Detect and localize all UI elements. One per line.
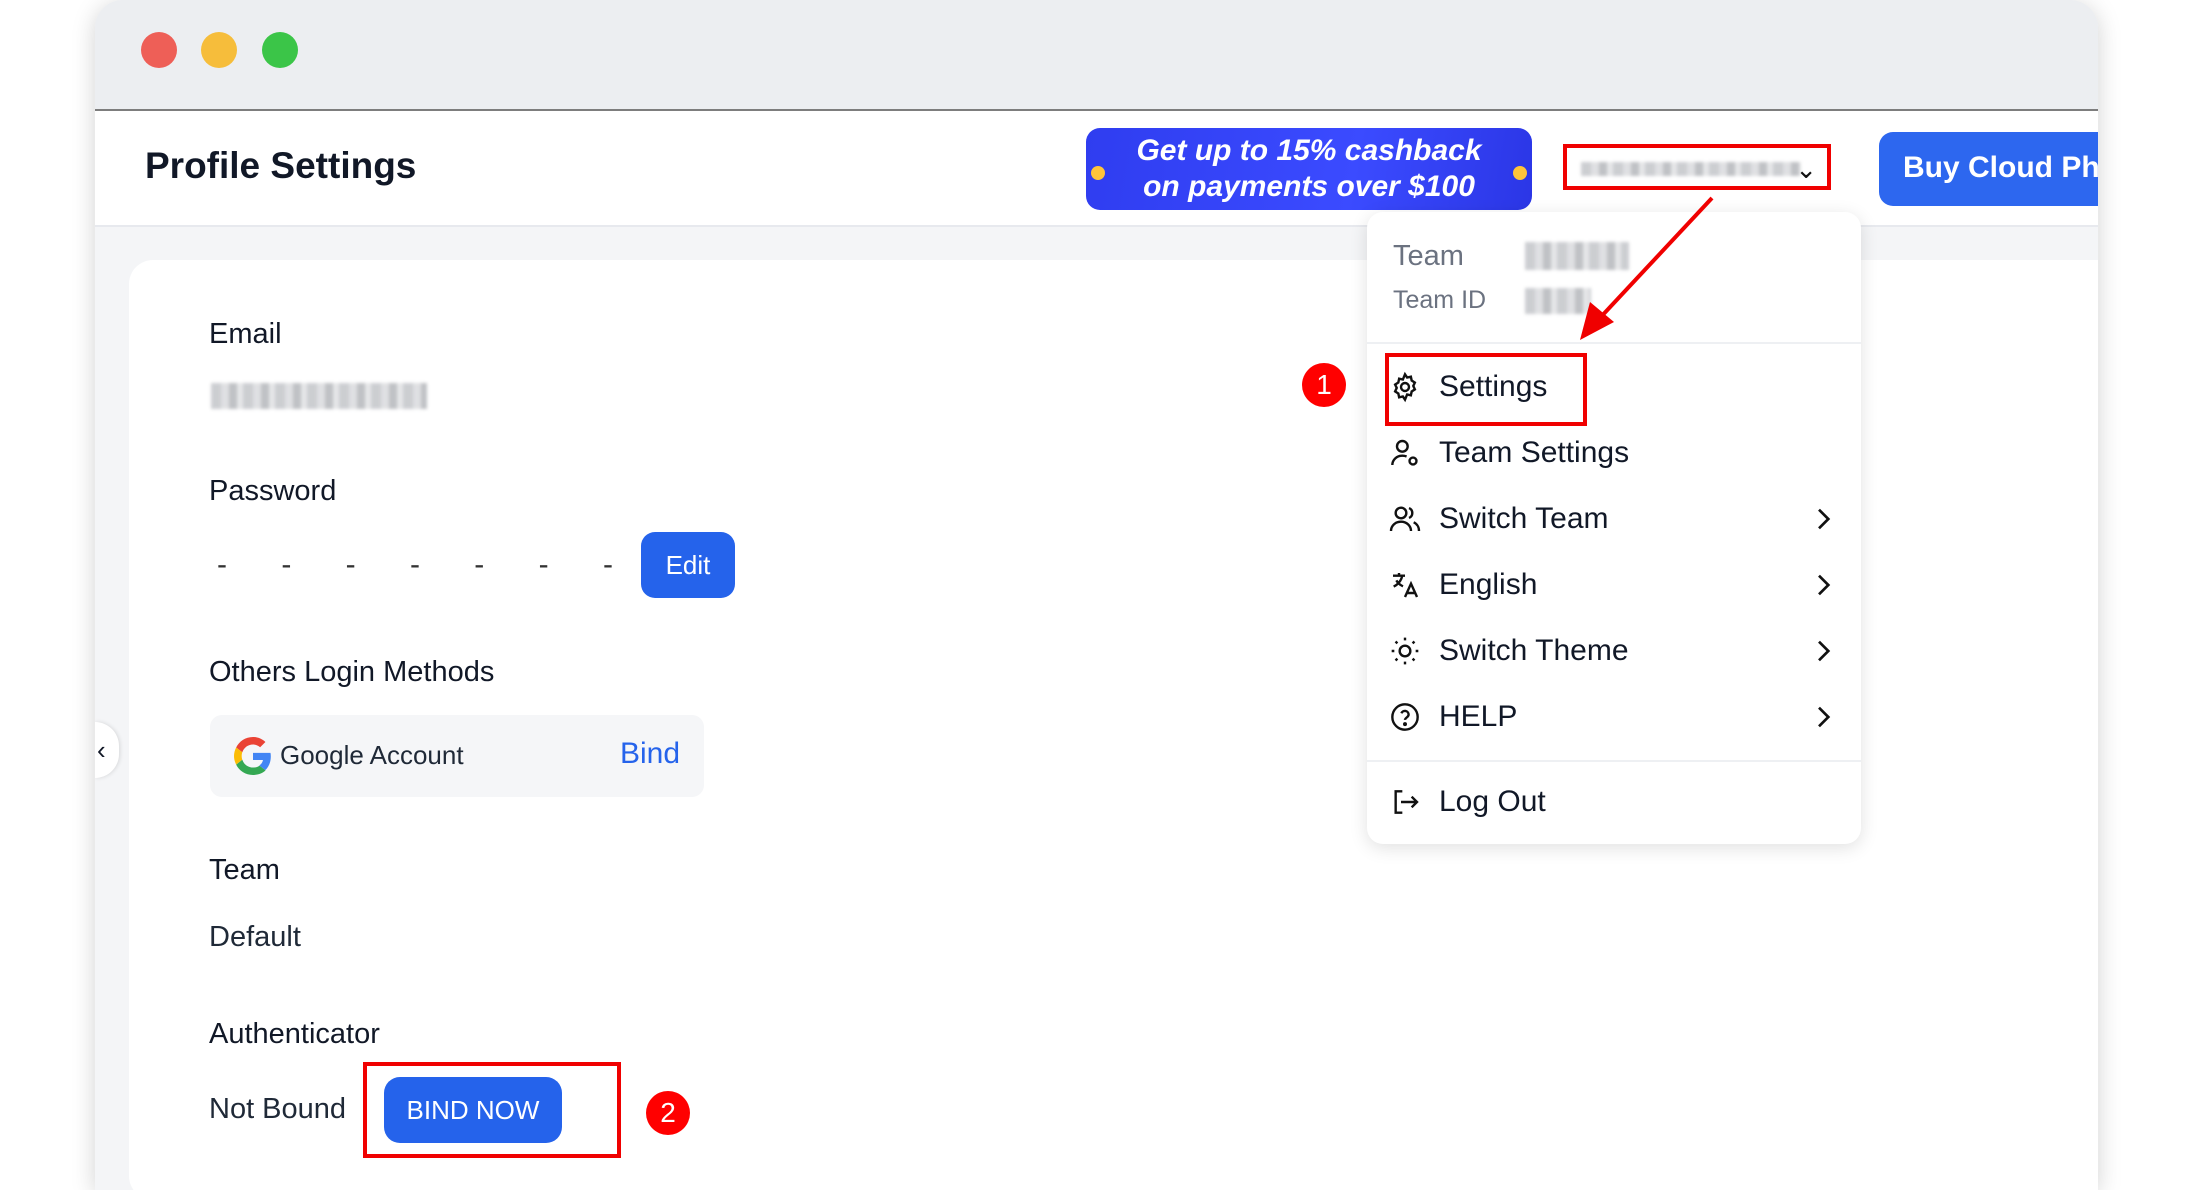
redacted-team-id: [1525, 288, 1591, 314]
password-label: Password: [209, 475, 337, 507]
team-value: Default: [209, 921, 301, 953]
collapse-sidebar-button[interactable]: ‹: [95, 722, 119, 778]
menu-item-switch-theme[interactable]: Switch Theme: [1367, 621, 1861, 681]
account-dropdown-menu: Team Team ID Settings Team Settings Swit…: [1367, 212, 1861, 844]
translate-icon: [1393, 573, 1419, 598]
title-bar: [95, 0, 2098, 111]
google-account-row: Google Account Bind: [210, 715, 704, 797]
menu-item-switch-team[interactable]: Switch Team: [1367, 489, 1861, 549]
zoom-button[interactable]: [262, 32, 298, 68]
close-button[interactable]: [141, 32, 177, 68]
google-logo-icon: [234, 737, 271, 775]
menu-item-label: Log Out: [1439, 785, 1546, 818]
chevron-left-icon: ‹: [97, 735, 106, 765]
coin-icon: [1091, 166, 1105, 180]
redacted-team-name: [1525, 242, 1629, 270]
bind-google-link[interactable]: Bind: [620, 737, 680, 771]
user-gear-icon: [1391, 439, 1418, 466]
menu-item-label: Team Settings: [1439, 436, 1630, 469]
menu-team-label: Team: [1393, 240, 1464, 272]
authenticator-status: Not Bound: [209, 1093, 347, 1125]
menu-item-language[interactable]: English: [1367, 555, 1861, 615]
menu-item-label: Switch Team: [1439, 502, 1609, 535]
redacted-account-name: [1581, 162, 1801, 176]
menu-divider: [1367, 760, 1861, 762]
promo-line-1: Get up to 15% cashback: [1136, 134, 1482, 167]
step-marker-1: 1: [1302, 363, 1346, 407]
step-marker-2: 2: [646, 1091, 690, 1135]
menu-item-label: English: [1439, 568, 1538, 601]
sun-icon: [1391, 637, 1419, 665]
authenticator-label: Authenticator: [209, 1018, 380, 1050]
page-header: Profile Settings Get up to 15% cashback …: [95, 111, 2098, 227]
redacted-email: [211, 383, 427, 409]
chevron-right-icon: [1818, 706, 1831, 728]
menu-item-label: Switch Theme: [1439, 634, 1629, 667]
menu-item-log-out[interactable]: Log Out: [1367, 772, 1861, 832]
menu-item-label: HELP: [1439, 700, 1518, 733]
promo-line-2: on payments over $100: [1143, 170, 1475, 203]
account-dropdown[interactable]: ⌄: [1563, 144, 1831, 190]
chevron-right-icon: [1818, 640, 1831, 662]
password-mask: - - - - - - - -: [217, 548, 701, 581]
menu-team-id-label: Team ID: [1393, 286, 1487, 314]
help-circle-icon: [1391, 703, 1419, 731]
edit-password-button[interactable]: Edit: [641, 532, 735, 598]
coin-icon: [1513, 166, 1527, 180]
team-label: Team: [209, 854, 280, 886]
google-account-label: Google Account: [280, 740, 464, 770]
page-title: Profile Settings: [145, 145, 417, 186]
settings-highlight-box: [1385, 353, 1587, 426]
chevron-right-icon: [1818, 574, 1831, 596]
cashback-promo-banner[interactable]: Get up to 15% cashback on payments over …: [1086, 128, 1532, 210]
menu-divider: [1367, 342, 1861, 344]
chevron-down-icon: ⌄: [1795, 154, 1817, 184]
bind-now-button[interactable]: BIND NOW: [384, 1077, 562, 1143]
menu-item-team-settings[interactable]: Team Settings: [1367, 423, 1861, 483]
menu-item-help[interactable]: HELP: [1367, 687, 1861, 747]
email-label: Email: [209, 318, 282, 350]
buy-cloud-phone-button[interactable]: Buy Cloud Pho: [1879, 132, 2098, 206]
login-methods-label: Others Login Methods: [209, 656, 495, 688]
logout-icon: [1394, 790, 1419, 814]
minimize-button[interactable]: [201, 32, 237, 68]
chevron-right-icon: [1818, 508, 1831, 530]
users-icon: [1389, 506, 1421, 532]
